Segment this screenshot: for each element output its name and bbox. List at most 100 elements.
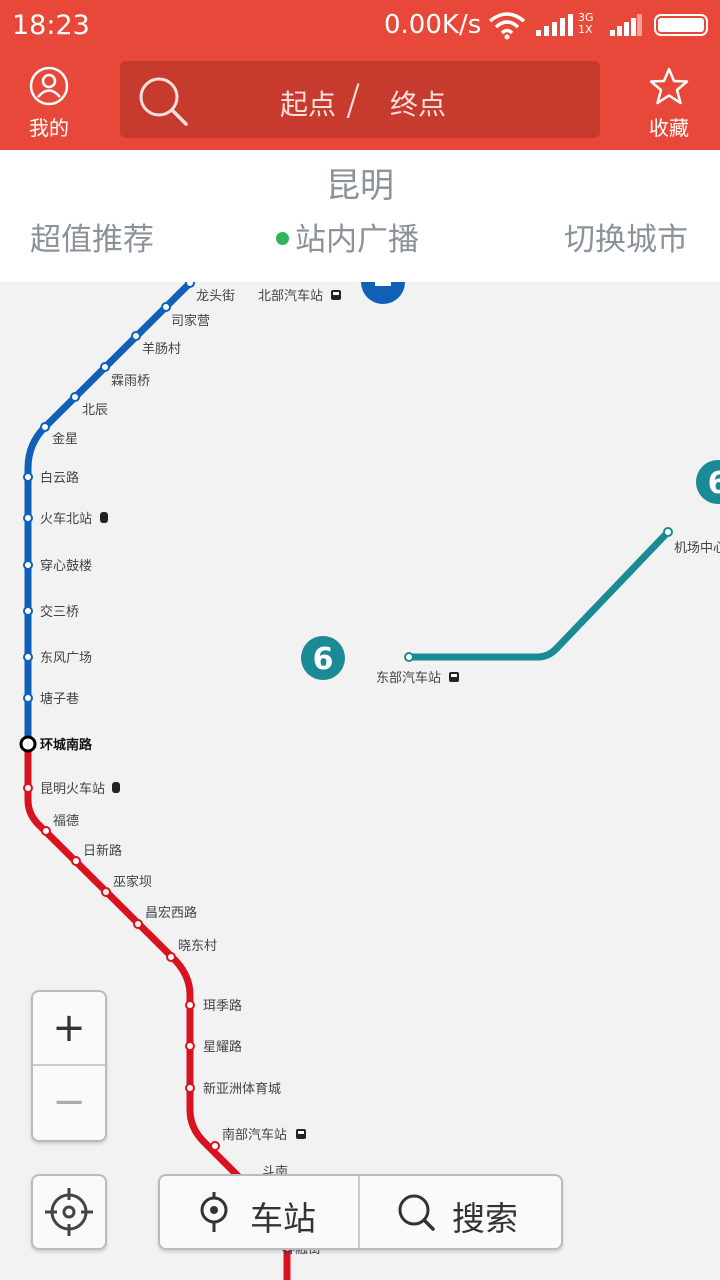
station-label[interactable]: 北辰 (82, 403, 108, 418)
train-icon (112, 782, 120, 793)
station-dot (161, 302, 171, 312)
destination-placeholder: 终点 (390, 88, 447, 121)
station-label[interactable]: 机场中心 (674, 541, 720, 556)
station-dot (185, 1041, 195, 1051)
station-label[interactable]: 司家营 (171, 313, 210, 329)
zoom-out-button[interactable]: − (33, 1066, 105, 1140)
locate-button[interactable] (31, 1174, 107, 1250)
station-label[interactable]: 珥季路 (203, 998, 242, 1014)
station-dot (185, 1000, 195, 1010)
city-name: 昆明 (326, 166, 394, 206)
station-dot (185, 1083, 195, 1093)
metro-map[interactable]: 龙头街 北部汽车站 司家营 羊肠村 霖雨桥 北辰 金星 白云路 火车北站 穿心鼓… (0, 282, 720, 1280)
station-dot (23, 513, 33, 523)
station-dot (41, 826, 51, 836)
station-label[interactable]: 福德 (53, 814, 79, 829)
battery-fill (658, 18, 704, 32)
user-icon (29, 66, 69, 106)
status-bar: 18:23 0.00K/s 3G 1X (0, 0, 720, 52)
bottom-action-bar: 车站 搜索 (158, 1174, 563, 1250)
metro-map-canvas[interactable]: 龙头街 北部汽车站 司家营 羊肠村 霖雨桥 北辰 金星 白云路 火车北站 穿心鼓… (0, 282, 720, 1280)
signal-icon (536, 14, 573, 36)
station-label[interactable]: 南部汽车站 (222, 1127, 287, 1143)
station-dot (404, 652, 414, 662)
station-label[interactable]: 穿心鼓楼 (40, 558, 92, 574)
search-button[interactable]: 搜索 (362, 1176, 562, 1248)
station-label[interactable]: 东风广场 (40, 651, 92, 666)
line-6-badge[interactable]: 6 (301, 636, 345, 680)
station-dot (133, 919, 143, 929)
station-label[interactable]: 日新路 (83, 843, 122, 859)
my-profile-button[interactable]: 我的 (0, 52, 98, 150)
station-label[interactable]: 火车北站 (40, 511, 92, 527)
search-icon (139, 77, 188, 126)
station-dot (23, 693, 33, 703)
station-label[interactable]: 塘子巷 (40, 691, 79, 707)
line-2-extension (188, 282, 197, 286)
station-pin-icon (200, 1192, 228, 1232)
sim-slot: 1X (578, 23, 593, 36)
station-label[interactable]: 交三桥 (40, 604, 79, 620)
station-dot (166, 952, 176, 962)
transfer-station-dot (19, 735, 37, 753)
line-2-number: 2 (373, 282, 394, 294)
battery-icon (654, 14, 708, 36)
train-icon (100, 512, 108, 523)
station-label[interactable]: 昌宏西路 (145, 905, 197, 921)
station-label[interactable]: 白云路 (40, 470, 79, 486)
station-dot (100, 362, 110, 372)
station-dot (23, 472, 33, 482)
station-dot (70, 392, 80, 402)
station-label[interactable]: 巫家坝 (113, 874, 152, 890)
net-speed: 0.00K/s (384, 10, 482, 40)
station-dot (23, 560, 33, 570)
transfer-station-label[interactable]: 环城南路 (40, 737, 93, 753)
my-profile-label: 我的 (29, 116, 69, 140)
line-6-path (409, 529, 671, 661)
route-search-box[interactable]: 起点 / 终点 (120, 61, 600, 138)
station-dot (71, 856, 81, 866)
line-6-badge[interactable]: 6 (696, 460, 720, 504)
top-toolbar: 我的 起点 / 终点 收藏 (0, 52, 720, 150)
station-dot (101, 887, 111, 897)
line-6-number: 6 (313, 642, 334, 677)
zoom-in-button[interactable]: + (33, 992, 105, 1066)
network-type: 3G 1X (578, 12, 594, 36)
station-label[interactable]: 东部汽车站 (376, 670, 441, 686)
line-2-badge[interactable]: 2 (361, 282, 405, 304)
station-dot (23, 652, 33, 662)
line-6-stations (404, 527, 673, 662)
crosshair-icon (45, 1188, 93, 1236)
deals-tab[interactable]: 超值推荐 (30, 214, 154, 259)
origin-placeholder: 起点 (280, 88, 337, 121)
line-2-labels: 龙头街 北部汽车站 司家营 羊肠村 霖雨桥 北辰 金星 白云路 火车北站 穿心鼓… (40, 288, 323, 707)
station-button[interactable]: 车站 (160, 1176, 360, 1248)
station-label[interactable]: 昆明火车站 (40, 781, 105, 797)
station-dot (23, 783, 33, 793)
station-label[interactable]: 霖雨桥 (111, 374, 150, 389)
station-label[interactable]: 北部汽车站 (258, 288, 323, 304)
search-button-label: 搜索 (452, 1199, 518, 1238)
broadcast-tab[interactable]: 站内广播 (276, 214, 419, 259)
station-dot (40, 422, 50, 432)
broadcast-label: 站内广播 (295, 222, 419, 258)
station-dot (663, 527, 673, 537)
station-button-label: 车站 (250, 1199, 316, 1238)
switch-city-tab[interactable]: 切换城市 (564, 214, 688, 259)
wifi-icon (488, 12, 526, 40)
zoom-control: + − (31, 990, 107, 1142)
route-separator: / (346, 75, 361, 124)
search-icon (398, 1194, 435, 1231)
station-label[interactable]: 晓东村 (178, 939, 217, 954)
station-label[interactable]: 新亚洲体育城 (203, 1081, 281, 1097)
signal-icon (610, 14, 642, 36)
line-6-labels: 东部汽车站 机场中心 (376, 541, 720, 686)
station-label[interactable]: 金星 (52, 431, 78, 447)
station-label[interactable]: 龙头街 (196, 289, 235, 304)
station-dot (185, 282, 195, 288)
station-label[interactable]: 星耀路 (203, 1039, 242, 1055)
bus-icon (449, 672, 459, 682)
line-6-number: 6 (708, 466, 720, 501)
station-label[interactable]: 羊肠村 (142, 341, 181, 357)
favorites-button[interactable]: 收藏 (620, 52, 718, 150)
